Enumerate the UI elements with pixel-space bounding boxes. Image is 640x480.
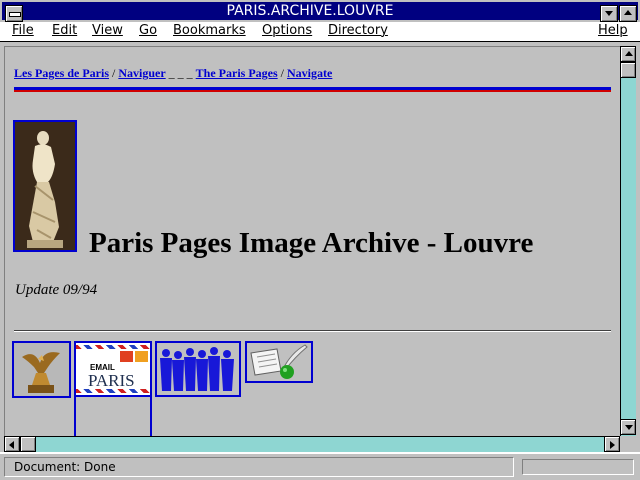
status-progress — [522, 459, 634, 475]
scrollbar-corner — [620, 436, 636, 452]
airmail-stripes-top — [76, 345, 150, 349]
menu-bookmarks[interactable]: Bookmarks — [173, 23, 246, 38]
title-bar: PARIS.ARCHIVE.LOUVRE — [0, 0, 640, 22]
scroll-right-button[interactable] — [604, 436, 620, 452]
quill-scroll-icon — [250, 344, 308, 379]
breadcrumb-separator: / — [109, 66, 119, 80]
breadcrumb-link-navigate[interactable]: Navigate — [287, 66, 332, 80]
maximize-button[interactable] — [619, 5, 637, 22]
vertical-scroll-thumb[interactable] — [620, 62, 636, 78]
horizontal-scrollbar[interactable] — [4, 436, 620, 452]
thumbnail-divider — [150, 397, 152, 436]
venus-de-milo-image[interactable] — [13, 120, 77, 252]
thumbnail-crowd[interactable] — [155, 341, 241, 397]
breadcrumb-link-naviguer[interactable]: Naviguer — [118, 66, 165, 80]
menu-view[interactable]: View — [92, 23, 123, 38]
status-text: Document: Done — [4, 457, 514, 477]
menu-directory[interactable]: Directory — [328, 23, 388, 38]
header-rule-red — [14, 90, 611, 92]
document-viewport: Les Pages de Paris / Naviguer _ _ _ The … — [4, 46, 620, 436]
page-title: Paris Pages Image Archive - Louvre — [89, 227, 534, 259]
thumbnail-divider — [74, 397, 76, 436]
update-date: Update 09/94 — [15, 282, 98, 298]
breadcrumb-separator: _ _ _ — [165, 66, 196, 80]
angel-statue-icon — [14, 343, 69, 396]
menu-file[interactable]: File — [12, 23, 34, 38]
horizontal-rule — [14, 330, 611, 332]
breadcrumb: Les Pages de Paris / Naviguer _ _ _ The … — [14, 66, 332, 81]
breadcrumb-link-paris-pages[interactable]: The Paris Pages — [196, 66, 278, 80]
menu-bar: File Edit View Go Bookmarks Options Dire… — [0, 22, 640, 42]
breadcrumb-separator: / — [277, 66, 288, 80]
minimize-button[interactable] — [600, 5, 618, 22]
paris-label: PARIS — [88, 371, 135, 390]
menu-edit[interactable]: Edit — [52, 23, 77, 38]
venus-statue-icon — [15, 122, 75, 250]
menu-options[interactable]: Options — [262, 23, 312, 38]
scroll-up-button[interactable] — [620, 46, 636, 62]
thumbnail-email-paris[interactable]: EMAIL PARIS — [74, 341, 152, 397]
system-menu-button[interactable] — [5, 5, 23, 22]
menu-go[interactable]: Go — [139, 23, 157, 38]
status-bar: Document: Done — [0, 452, 640, 480]
breadcrumb-link-les-pages[interactable]: Les Pages de Paris — [14, 66, 109, 80]
scroll-left-button[interactable] — [4, 436, 20, 452]
thumbnail-angel-statue[interactable] — [12, 341, 71, 398]
thumbnail-quill[interactable] — [245, 341, 313, 383]
crowd-silhouettes-icon — [160, 347, 234, 391]
vertical-scrollbar[interactable] — [620, 46, 636, 436]
horizontal-scroll-thumb[interactable] — [20, 436, 36, 452]
menu-help[interactable]: Help — [598, 23, 628, 38]
scroll-down-button[interactable] — [620, 419, 636, 435]
stamp-icon — [120, 351, 148, 362]
window-title: PARIS.ARCHIVE.LOUVRE — [226, 3, 394, 19]
